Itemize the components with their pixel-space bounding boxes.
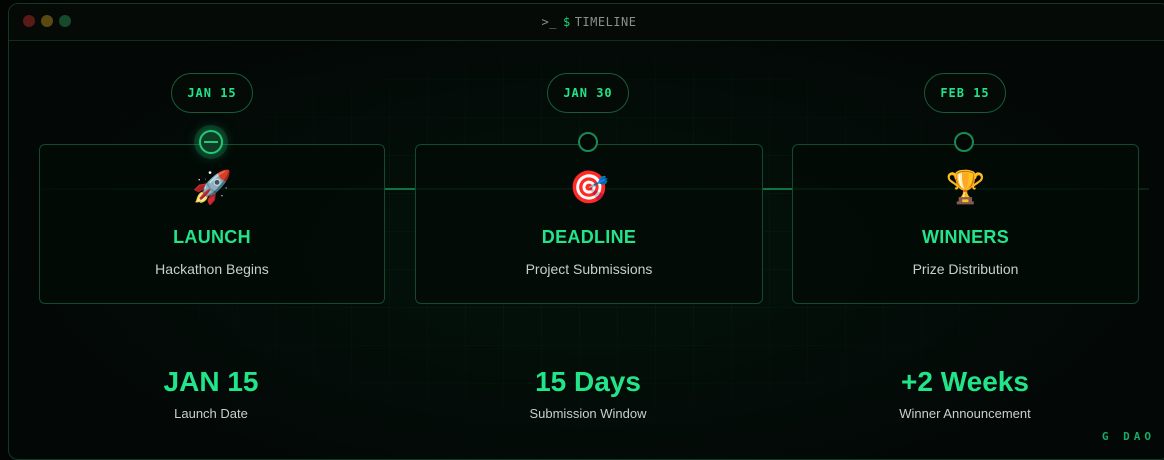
date-pill-deadline: JAN 30 (547, 73, 629, 113)
stat-submission-window: 15 Days Submission Window (438, 364, 738, 421)
milestone-title: DEADLINE (541, 227, 637, 247)
timeline-node-deadline (578, 132, 598, 152)
milestone-subtitle: Hackathon Begins (155, 261, 269, 277)
stat-label: Submission Window (529, 406, 647, 421)
dollar-sign: $ (562, 15, 571, 29)
milestone-title: WINNERS (921, 227, 1010, 247)
milestone-title: LAUNCH (173, 227, 251, 247)
milestone-card-launch[interactable]: 🚀 LAUNCH Hackathon Begins (39, 144, 385, 304)
window-title: >_ $ TIMELINE (9, 15, 1164, 29)
milestone-card-deadline[interactable]: 🎯 DEADLINE Project Submissions (415, 144, 763, 304)
timeline-window: >_ $ TIMELINE JAN 15 🚀 LAUNCH Hackathon Be… (8, 3, 1164, 460)
stat-label: Winner Announcement (899, 406, 1031, 421)
title-bar: >_ $ TIMELINE (9, 4, 1164, 41)
rocket-icon: 🚀 (192, 169, 232, 205)
stat-value: 15 Days (535, 366, 641, 397)
stat-launch-date: JAN 15 Launch Date (61, 364, 361, 421)
stat-value: +2 Weeks (901, 366, 1029, 397)
date-pill-launch: JAN 15 (171, 73, 253, 113)
stat-winner-announcement: +2 Weeks Winner Announcement (815, 364, 1115, 421)
stat-value: JAN 15 (163, 366, 259, 397)
milestone-subtitle: Project Submissions (525, 261, 653, 277)
stat-label: Launch Date (174, 406, 248, 421)
terminal-prompt-icon: >_ (541, 15, 557, 29)
timeline-node-launch (199, 130, 223, 154)
trophy-icon: 🏆 (945, 169, 986, 205)
milestone-subtitle: Prize Distribution (912, 261, 1019, 277)
timeline-node-winners (954, 132, 974, 152)
target-icon: 🎯 (569, 169, 609, 205)
footer-tag: G DAO (1101, 430, 1155, 443)
window-title-text: TIMELINE (574, 15, 637, 29)
date-pill-winners: FEB 15 (924, 73, 1006, 113)
milestone-card-winners[interactable]: 🏆 WINNERS Prize Distribution (792, 144, 1139, 304)
